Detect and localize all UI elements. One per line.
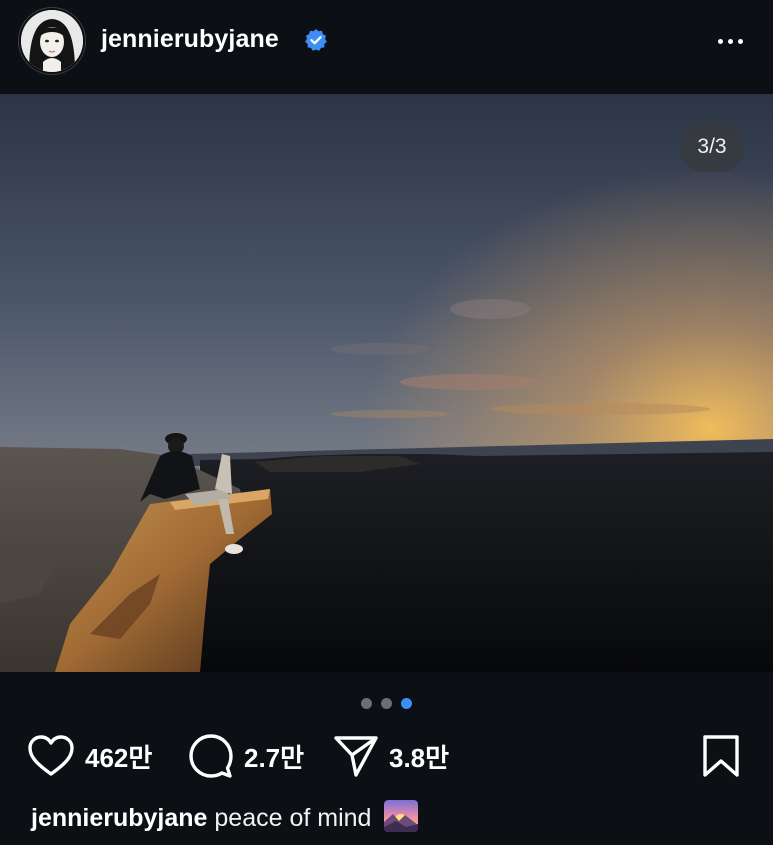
carousel-dot[interactable]: [381, 697, 392, 709]
caption-text: peace of mind: [214, 804, 372, 832]
carousel-dot[interactable]: [361, 697, 372, 709]
comment-count[interactable]: 2.7만: [244, 738, 304, 775]
send-icon[interactable]: [333, 734, 379, 778]
avatar[interactable]: [21, 10, 83, 72]
post-header: jennierubyjane: [0, 0, 773, 93]
carousel-dot-active[interactable]: [401, 697, 412, 709]
post-image[interactable]: [0, 94, 773, 672]
sunrise-over-mountains-emoji: [384, 800, 419, 832]
media-counter: 3/3: [679, 122, 745, 172]
post-caption: jennierubyjane peace of mind: [31, 800, 419, 833]
comment-action: 2.7만: [188, 730, 304, 782]
action-bar: 462만 2.7만 3.8만: [0, 730, 773, 782]
verified-badge-icon: [305, 29, 327, 51]
bookmark-icon[interactable]: [701, 733, 741, 779]
share-count[interactable]: 3.8만: [389, 738, 449, 775]
like-action: 462만: [27, 730, 152, 782]
share-action: 3.8만: [333, 730, 449, 782]
carousel-indicator: [0, 695, 773, 711]
heart-icon[interactable]: [27, 734, 75, 778]
post-username[interactable]: jennierubyjane: [101, 25, 279, 54]
landscape-photo: [0, 94, 773, 672]
avatar-photo: [21, 10, 83, 72]
save-action: [701, 730, 741, 782]
more-options-icon[interactable]: [710, 26, 750, 56]
like-count[interactable]: 462만: [85, 738, 152, 775]
comment-icon[interactable]: [188, 733, 234, 779]
caption-username[interactable]: jennierubyjane: [31, 804, 207, 832]
